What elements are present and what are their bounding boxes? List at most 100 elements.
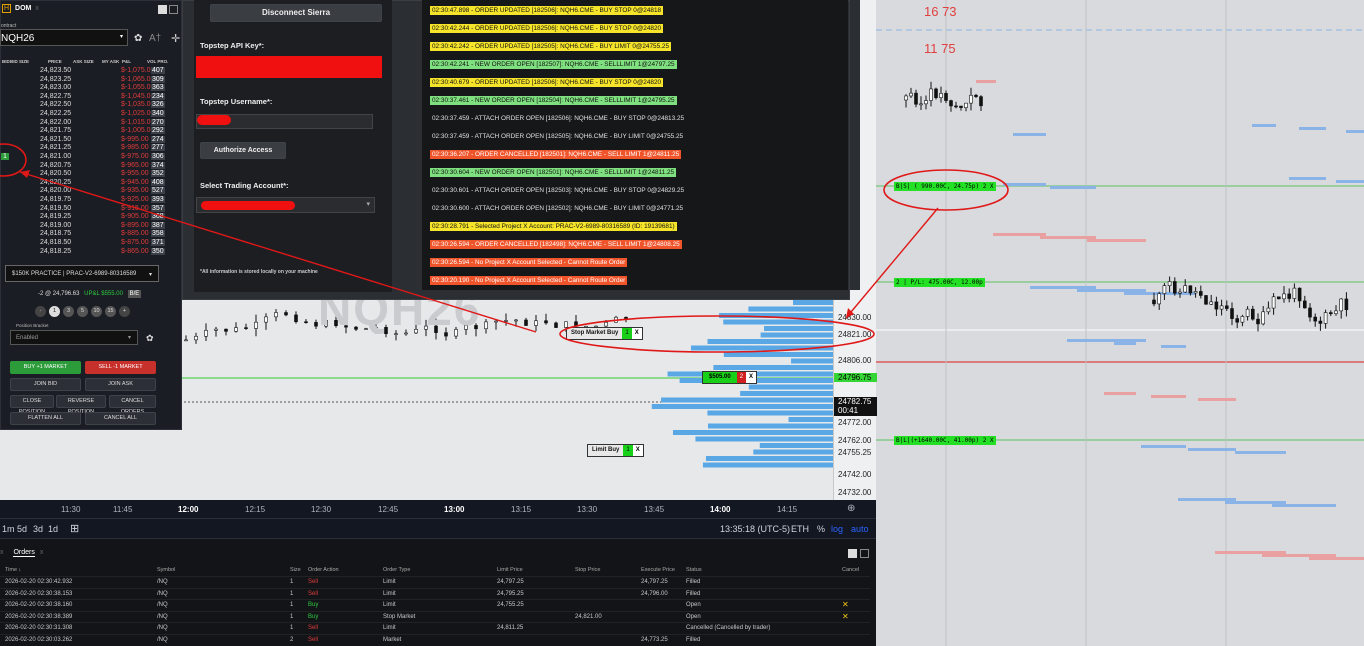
font-size-icon[interactable]: A† <box>149 33 161 44</box>
prev-tab-close[interactable]: x <box>0 549 4 556</box>
stop-market-buy-qty[interactable]: 1 <box>622 328 632 339</box>
close-position-button[interactable]: CLOSE POSITION <box>10 395 54 415</box>
short-position-tag[interactable]: B|S| ( 990.00C, 24.75p) 2 X <box>894 182 996 191</box>
reverse-position-button[interactable]: REVERSE POSITION <box>56 395 106 415</box>
qty-button[interactable]: 5 <box>77 306 88 317</box>
dom-bid-order[interactable]: 1 <box>1 153 9 160</box>
qty-button[interactable]: 15 <box>105 306 116 317</box>
percent-toggle[interactable]: % <box>817 524 825 534</box>
dom-row[interactable]: 24,820.25 $-945.00 408 <box>1 178 183 187</box>
timeframe-1m[interactable]: 1m <box>2 524 15 534</box>
order-row[interactable]: 2026-02-20 02:30:03.262/NQ 2 Sell Market 24,… <box>0 633 870 645</box>
dom-row[interactable]: 24,818.50 $-875.00 371 <box>1 239 183 247</box>
account-select[interactable]: $150K PRACTICE | PRAC-V2-6989-80316589 ▾ <box>5 265 159 282</box>
dom-row[interactable]: 24,823.50 $-1,075.00 407 <box>1 67 183 75</box>
dom-row[interactable]: 24,822.00 $-1,015.00 270 <box>1 118 183 127</box>
maximize-icon[interactable] <box>848 549 857 558</box>
maximize-icon[interactable] <box>158 5 167 14</box>
breakeven-button[interactable]: B/E <box>127 290 142 298</box>
qty-minus-button[interactable]: - <box>35 306 46 317</box>
qty-button[interactable]: 10 <box>91 306 102 317</box>
flatten-all-button[interactable]: FLATTEN ALL <box>10 412 81 425</box>
sell-market-button[interactable]: SELL -1 MARKET <box>85 361 156 374</box>
api-key-field[interactable] <box>196 56 382 78</box>
gear-icon[interactable]: ✿ <box>134 33 142 44</box>
dom-row[interactable]: 24,819.00 $-895.00 387 <box>1 221 183 230</box>
orders-column-header[interactable]: Cancel <box>842 567 859 573</box>
calendar-icon[interactable]: ⊞ <box>70 522 79 535</box>
long-position-tag[interactable]: B|L|(+1640.00C, 41.00p) 2 X <box>894 436 996 445</box>
symbol-select[interactable]: NQH26 ▾ <box>0 29 128 46</box>
orders-tab-close[interactable]: x <box>40 549 44 556</box>
gear-icon[interactable]: ✿ <box>146 333 154 344</box>
orders-column-header[interactable]: Limit Price <box>497 567 523 573</box>
cancel-all-button[interactable]: CANCEL ALL <box>85 412 156 425</box>
join-ask-button[interactable]: JOIN ASK <box>85 378 156 391</box>
bracket-select[interactable]: Enabled ▾ <box>10 330 138 345</box>
cancel-order-icon[interactable]: ✕ <box>842 600 849 609</box>
order-row[interactable]: 2026-02-20 02:30:38.153/NQ 1 Sell Limit 24,7… <box>0 587 870 599</box>
crosshair-icon[interactable]: ✛ <box>171 32 180 45</box>
timeframe-5d[interactable]: 5d <box>17 524 27 534</box>
orders-column-header[interactable]: Order Type <box>383 567 410 573</box>
cancel-order-icon[interactable]: ✕ <box>842 612 849 621</box>
dom-row[interactable]: 24,820.75 $-965.00 374 <box>1 161 183 170</box>
dom-row[interactable]: 24,818.75 $-885.00 358 <box>1 230 183 238</box>
dom-row[interactable]: 24,819.75 $-925.00 393 <box>1 196 183 204</box>
qty-button[interactable]: 1 <box>49 306 60 317</box>
dom-row[interactable]: 24,820.50 $-955.00 352 <box>1 170 183 178</box>
order-row[interactable]: 2026-02-20 02:30:31.308/NQ 1 Sell Limit 24,8… <box>0 622 870 633</box>
limit-buy-tag[interactable]: Limit Buy 1 X <box>587 444 644 457</box>
dom-row[interactable]: 24,822.75 $-1,045.00 234 <box>1 92 183 101</box>
dom-tab-close[interactable]: x <box>35 5 39 12</box>
position-qty[interactable]: 2 <box>736 372 747 383</box>
session-toggle[interactable]: ETH <box>791 524 809 534</box>
limit-buy-qty[interactable]: 1 <box>623 445 633 456</box>
orders-column-header[interactable]: Status <box>686 567 702 573</box>
dom-row[interactable]: 24,821.25 $-985.00 277 <box>1 144 183 152</box>
buy-market-button[interactable]: BUY +1 MARKET <box>10 361 81 374</box>
authorize-access-button[interactable]: Authorize Access <box>200 142 286 159</box>
stop-market-buy-cancel[interactable]: X <box>632 328 642 339</box>
log-toggle[interactable]: log <box>831 524 843 534</box>
dom-row[interactable]: 24,821.75 $-1,005.00 292 <box>1 127 183 135</box>
stop-market-buy-tag[interactable]: Stop Market Buy 1 X <box>566 327 643 340</box>
orders-column-header[interactable]: Time ↓ <box>5 567 21 573</box>
dom-row[interactable]: 24,818.25 $-865.00 350 <box>1 247 183 256</box>
dom-row[interactable]: 24,821.50 $-995.00 274 <box>1 135 183 144</box>
dialog-scrollbar[interactable] <box>850 0 860 290</box>
restore-icon[interactable] <box>169 5 178 14</box>
username-field[interactable] <box>196 114 373 129</box>
activity-log[interactable]: 02:30:47.898 - ORDER UPDATED [182506]: N… <box>422 0 848 290</box>
orders-column-header[interactable]: Execute Price <box>641 567 675 573</box>
dom-row[interactable]: 24,819.50 $-915.00 357 <box>1 204 183 213</box>
timeframe-1d[interactable]: 1d <box>48 524 58 534</box>
qty-plus-button[interactable]: + <box>119 306 130 317</box>
position-close[interactable]: X <box>746 372 756 383</box>
timeframe-3d[interactable]: 3d <box>33 524 43 534</box>
limit-buy-cancel[interactable]: X <box>633 445 643 456</box>
order-row[interactable]: 2026-02-20 02:30:38.160/NQ 1 Buy Limit 24,75… <box>0 599 870 610</box>
dom-row[interactable]: 24,822.50 $-1,035.00 326 <box>1 101 183 109</box>
auto-toggle[interactable]: auto <box>851 524 869 534</box>
trading-account-select[interactable]: ▾ <box>196 197 375 213</box>
orders-tab[interactable]: Orders <box>13 549 35 557</box>
join-bid-button[interactable]: JOIN BID <box>10 378 81 391</box>
orders-column-header[interactable]: Size <box>290 567 301 573</box>
dom-row[interactable]: 24,819.25 $-905.00 368 <box>1 213 183 221</box>
dom-row[interactable]: 24,822.25 $-1,025.00 340 <box>1 110 183 118</box>
orders-column-header[interactable]: Order Action <box>308 567 339 573</box>
orders-column-header[interactable]: Stop Price <box>575 567 600 573</box>
order-row[interactable]: 2026-02-20 02:30:38.389/NQ 1 Buy Stop Marke… <box>0 610 870 622</box>
dom-row[interactable]: 24,820.00 $-935.00 527 <box>1 187 183 195</box>
dom-row[interactable]: 24,823.25 $-1,065.00 309 <box>1 75 183 84</box>
dom-row[interactable]: 1 24,821.00 $-975.00 306 <box>1 153 183 161</box>
dom-tab[interactable]: H DOM x <box>1 4 183 17</box>
secondary-chart[interactable]: 16 73 11 75 B|S| ( 990.00C, 24.75p) 2 X … <box>876 0 1364 646</box>
position-tag[interactable]: $505.00 2 X <box>702 371 758 384</box>
orders-column-header[interactable]: Symbol <box>157 567 175 573</box>
cancel-orders-button[interactable]: CANCEL ORDERS <box>109 395 156 415</box>
qty-button[interactable]: 3 <box>63 306 74 317</box>
restore-icon[interactable] <box>860 549 869 558</box>
order-row[interactable]: 2026-02-20 02:30:42.932/NQ 1 Sell Limit 24,7… <box>0 576 870 587</box>
